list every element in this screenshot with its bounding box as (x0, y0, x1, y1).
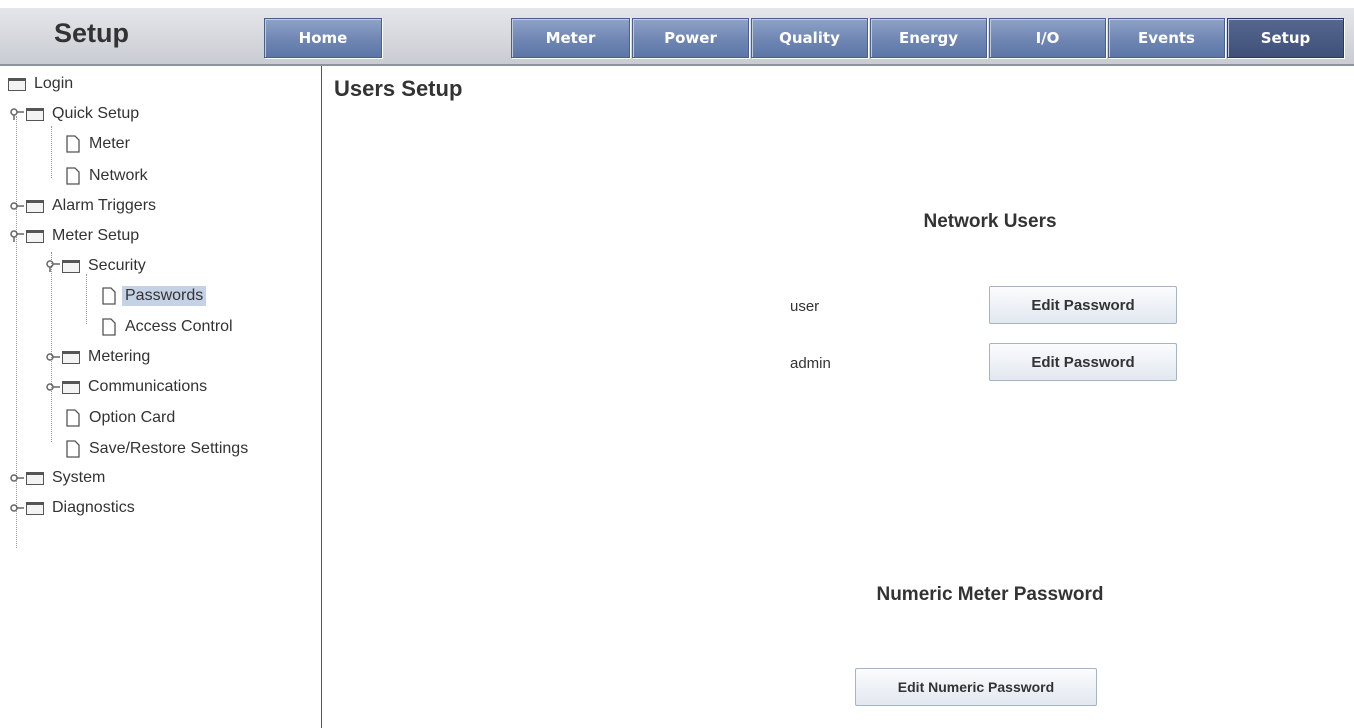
user-name-label: user (790, 298, 820, 315)
sidebar-item-communications[interactable]: Communications (46, 373, 210, 401)
page-icon (66, 409, 80, 427)
sidebar-item-label: Communications (88, 378, 208, 395)
nav-power-button[interactable]: Power (632, 18, 749, 58)
sidebar-item-metering[interactable]: Metering (46, 343, 153, 371)
sidebar-item-alarm-triggers[interactable]: Alarm Triggers (10, 192, 159, 220)
sidebar-item-meter-setup[interactable]: Meter Setup (10, 222, 142, 250)
sidebar-item-security[interactable]: Security (46, 252, 149, 280)
expanded-node-icon[interactable] (46, 260, 60, 272)
sidebar-item-access-control[interactable]: Access Control (102, 313, 236, 341)
page-icon (66, 167, 80, 185)
sidebar-item-save-restore-settings[interactable]: Save/Restore Settings (66, 435, 251, 463)
sidebar-item-quick-setup[interactable]: Quick Setup (10, 100, 142, 128)
page-icon (102, 318, 116, 336)
numeric-password-heading: Numeric Meter Password (876, 584, 1104, 605)
folder-icon (62, 350, 80, 364)
sidebar-item-label: Meter Setup (52, 227, 140, 244)
page-icon (102, 287, 116, 305)
folder-icon (62, 380, 80, 394)
sidebar-item-label: Passwords (122, 286, 207, 306)
sidebar-item-label: Diagnostics (52, 499, 135, 516)
collapsed-node-icon[interactable] (46, 351, 60, 363)
nav-home-button[interactable]: Home (264, 18, 382, 58)
network-users-heading: Network Users (923, 211, 1057, 232)
sidebar-tree: Login Quick Setup Meter Network Alarm Tr… (0, 66, 322, 728)
nav-io-button[interactable]: I/O (989, 18, 1106, 58)
sidebar-item-diagnostics[interactable]: Diagnostics (10, 494, 138, 522)
sidebar-item-option-card[interactable]: Option Card (66, 404, 178, 432)
sidebar-item-label: Login (34, 75, 74, 92)
sidebar-item-network[interactable]: Network (66, 162, 151, 190)
folder-icon (26, 501, 44, 515)
sidebar-item-label: Access Control (125, 318, 233, 335)
nav-energy-button[interactable]: Energy (870, 18, 987, 58)
collapsed-node-icon[interactable] (46, 381, 60, 393)
sidebar-item-label: Meter (89, 135, 130, 152)
page-icon (66, 440, 80, 458)
folder-icon (26, 107, 44, 121)
sidebar-item-label: Alarm Triggers (52, 197, 157, 214)
sidebar-item-label: Security (88, 257, 146, 274)
page-title: Users Setup (334, 76, 463, 101)
sidebar-item-meter[interactable]: Meter (66, 130, 133, 158)
top-bar: Setup Home Meter Power Quality Energy I/… (0, 0, 1354, 66)
sidebar-item-system[interactable]: System (10, 464, 108, 492)
collapsed-node-icon[interactable] (10, 502, 24, 514)
folder-icon (62, 259, 80, 273)
tree-line (86, 274, 87, 324)
admin-name-label: admin (790, 355, 831, 372)
folder-icon (26, 199, 44, 213)
sidebar-item-label: Quick Setup (52, 105, 140, 122)
folder-icon (8, 77, 26, 91)
sidebar-item-label: Metering (88, 348, 151, 365)
app-title: Setup (54, 18, 130, 48)
nav-meter-button[interactable]: Meter (511, 18, 630, 58)
nav-events-button[interactable]: Events (1108, 18, 1225, 58)
page-icon (66, 135, 80, 153)
sidebar-item-label: System (52, 469, 106, 486)
folder-icon (26, 471, 44, 485)
edit-numeric-password-button[interactable]: Edit Numeric Password (855, 668, 1097, 706)
sidebar-item-login[interactable]: Login (8, 70, 76, 98)
nav-quality-button[interactable]: Quality (751, 18, 868, 58)
sidebar-item-passwords[interactable]: Passwords (102, 282, 207, 310)
sidebar-item-label: Save/Restore Settings (89, 440, 249, 457)
sidebar-item-label: Network (89, 167, 148, 184)
collapsed-node-icon[interactable] (10, 200, 24, 212)
expanded-node-icon[interactable] (10, 230, 24, 242)
tree-line (51, 126, 52, 178)
nav-setup-button[interactable]: Setup (1227, 18, 1344, 58)
folder-icon (26, 229, 44, 243)
edit-user-password-button[interactable]: Edit Password (989, 286, 1177, 324)
edit-admin-password-button[interactable]: Edit Password (989, 343, 1177, 381)
collapsed-node-icon[interactable] (10, 472, 24, 484)
expanded-node-icon[interactable] (10, 108, 24, 120)
sidebar-item-label: Option Card (89, 409, 176, 426)
